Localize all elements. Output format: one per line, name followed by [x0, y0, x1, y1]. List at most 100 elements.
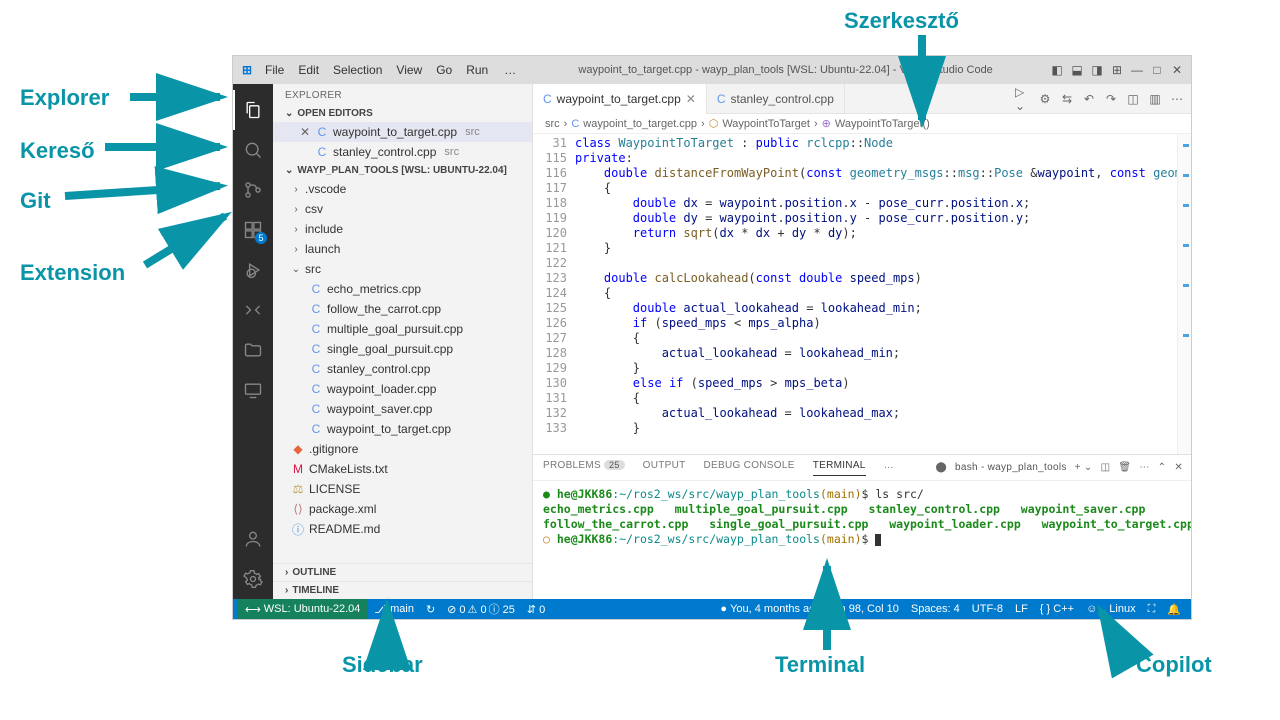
panel-tab-more[interactable]: … [884, 460, 894, 475]
activity-debug[interactable] [233, 250, 273, 290]
panel-tab-problems[interactable]: PROBLEMS25 [543, 460, 625, 475]
folder-item[interactable]: ›.vscode [273, 179, 532, 199]
close-icon[interactable]: ✕ [1169, 62, 1185, 78]
file-item[interactable]: ◆.gitignore [273, 439, 532, 459]
layout-customize-icon[interactable]: ⊞ [1109, 62, 1125, 78]
file-item[interactable]: ⟨⟩package.xml [273, 499, 532, 519]
maximize-panel-icon[interactable]: ⌃ [1158, 462, 1167, 473]
cpp-file-icon: C [309, 382, 323, 396]
layout-panel-icon[interactable]: ⬓ [1069, 62, 1085, 78]
terminal-label[interactable]: bash - wayp_plan_tools [955, 462, 1067, 473]
activity-explorer[interactable] [233, 90, 273, 130]
file-icon: ⟨⟩ [291, 502, 305, 516]
nav-back-icon[interactable]: ↶ [1081, 91, 1097, 107]
layout-icon[interactable]: ▥ [1147, 91, 1163, 107]
arrow-git [65, 180, 230, 204]
activity-screen[interactable] [233, 370, 273, 410]
panel-tab-terminal[interactable]: TERMINAL [813, 460, 866, 476]
status-spaces[interactable]: Spaces: 4 [905, 599, 966, 619]
activity-bar: 5 [233, 84, 273, 599]
file-item[interactable]: Cecho_metrics.cpp [273, 279, 532, 299]
split-terminal-icon[interactable]: ◫ [1101, 462, 1111, 473]
status-remote[interactable]: ⟷ WSL: Ubuntu-22.04 [237, 599, 368, 619]
kill-terminal-icon[interactable]: 🗑 [1118, 462, 1131, 473]
file-item[interactable]: Cfollow_the_carrot.cpp [273, 299, 532, 319]
editor-tab[interactable]: Cstanley_control.cpp [707, 84, 845, 114]
close-editor-icon[interactable]: ✕ [299, 125, 311, 139]
status-bell-icon[interactable]: 🔔 [1161, 599, 1187, 619]
menu-selection[interactable]: Selection [327, 61, 388, 79]
menu-go[interactable]: Go [430, 61, 458, 79]
status-position[interactable]: Ln 98, Col 10 [827, 599, 904, 619]
status-blame[interactable]: ● You, 4 months ago [714, 599, 827, 619]
outline-header[interactable]: ›OUTLINE [273, 563, 532, 581]
arrow-search [105, 135, 230, 159]
status-eol[interactable]: LF [1009, 599, 1034, 619]
menu-run[interactable]: Run [460, 61, 494, 79]
open-editor-item[interactable]: Cstanley_control.cppsrc [273, 142, 532, 162]
more-icon[interactable]: ⋯ [1169, 91, 1185, 107]
status-problems[interactable]: ⊘ 0⚠ 0ⓘ 25 [441, 599, 521, 619]
layout-controls: ◧ ⬓ ◨ ⊞ — □ ✕ [1049, 62, 1185, 78]
menu-overflow[interactable]: … [498, 61, 522, 79]
terminal-more-icon[interactable]: ⋯ [1139, 462, 1149, 473]
minimize-icon[interactable]: — [1129, 62, 1145, 78]
folder-item[interactable]: ›include [273, 219, 532, 239]
activity-settings[interactable] [233, 559, 273, 599]
activity-git[interactable] [233, 170, 273, 210]
file-icon: ⚖ [291, 482, 305, 496]
menu-file[interactable]: File [259, 61, 290, 79]
maximize-icon[interactable]: □ [1149, 62, 1165, 78]
panel-tab-output[interactable]: OUTPUT [643, 460, 686, 475]
status-encoding[interactable]: UTF-8 [966, 599, 1009, 619]
close-panel-icon[interactable]: ✕ [1174, 462, 1183, 473]
status-sync[interactable]: ↻ [420, 599, 441, 619]
file-item[interactable]: Cwaypoint_to_target.cpp [273, 419, 532, 439]
activity-search[interactable] [233, 130, 273, 170]
file-item[interactable]: ⚖LICENSE [273, 479, 532, 499]
file-item[interactable]: Cwaypoint_saver.cpp [273, 399, 532, 419]
activity-extensions[interactable]: 5 [233, 210, 273, 250]
activity-account[interactable] [233, 519, 273, 559]
file-item[interactable]: Cstanley_control.cpp [273, 359, 532, 379]
menu-edit[interactable]: Edit [292, 61, 325, 79]
workspace-header[interactable]: ⌄WAYP_PLAN_TOOLS [WSL: UBUNTU-22.04] [273, 162, 532, 179]
diff-icon[interactable]: ⇆ [1059, 91, 1075, 107]
status-feedback-icon[interactable]: ⛶ [1142, 599, 1162, 619]
folder-item[interactable]: ›csv [273, 199, 532, 219]
gear-icon[interactable]: ⚙ [1037, 91, 1053, 107]
minimap[interactable] [1177, 134, 1191, 454]
code-editor[interactable]: 3111511611711811912012112212312412512612… [533, 134, 1191, 454]
file-item[interactable]: Csingle_goal_pursuit.cpp [273, 339, 532, 359]
activity-remote[interactable] [233, 290, 273, 330]
cpp-file-icon: C [571, 118, 579, 130]
code-content[interactable]: class WaypointToTarget : public rclcpp::… [575, 134, 1177, 454]
folder-item[interactable]: ›launch [273, 239, 532, 259]
timeline-header[interactable]: ›TIMELINE [273, 581, 532, 599]
arrow-sidebar [375, 600, 399, 652]
new-terminal-icon[interactable]: + ⌄ [1075, 462, 1093, 473]
open-editors-header[interactable]: ⌄OPEN EDITORS [273, 105, 532, 122]
close-tab-icon[interactable]: ✕ [686, 92, 696, 106]
folder-src[interactable]: ⌄src [273, 259, 532, 279]
panel-tab-debug[interactable]: DEBUG CONSOLE [704, 460, 795, 475]
open-editor-item[interactable]: ✕Cwaypoint_to_target.cppsrc [273, 122, 532, 142]
layout-primary-icon[interactable]: ◧ [1049, 62, 1065, 78]
file-item[interactable]: Cmultiple_goal_pursuit.cpp [273, 319, 532, 339]
menu-view[interactable]: View [390, 61, 428, 79]
status-ports[interactable]: ⇵ 0 [521, 599, 551, 619]
editor-tab[interactable]: Cwaypoint_to_target.cpp✕ [533, 84, 707, 114]
cpp-file-icon: C [309, 282, 323, 296]
status-language[interactable]: { } C++ [1034, 599, 1080, 619]
cpp-file-icon: C [309, 402, 323, 416]
file-item[interactable]: Cwaypoint_loader.cpp [273, 379, 532, 399]
file-item[interactable]: ⓘREADME.md [273, 519, 532, 539]
layout-secondary-icon[interactable]: ◨ [1089, 62, 1105, 78]
terminal-content[interactable]: ● he@JKK86:~/ros2_ws/src/wayp_plan_tools… [533, 481, 1191, 599]
file-item[interactable]: MCMakeLists.txt [273, 459, 532, 479]
nav-fwd-icon[interactable]: ↷ [1103, 91, 1119, 107]
breadcrumb[interactable]: src› C waypoint_to_target.cpp› ⬡Waypoint… [533, 114, 1191, 134]
run-dropdown-icon[interactable]: ▷ ⌄ [1015, 91, 1031, 107]
split-icon[interactable]: ◫ [1125, 91, 1141, 107]
activity-folder[interactable] [233, 330, 273, 370]
